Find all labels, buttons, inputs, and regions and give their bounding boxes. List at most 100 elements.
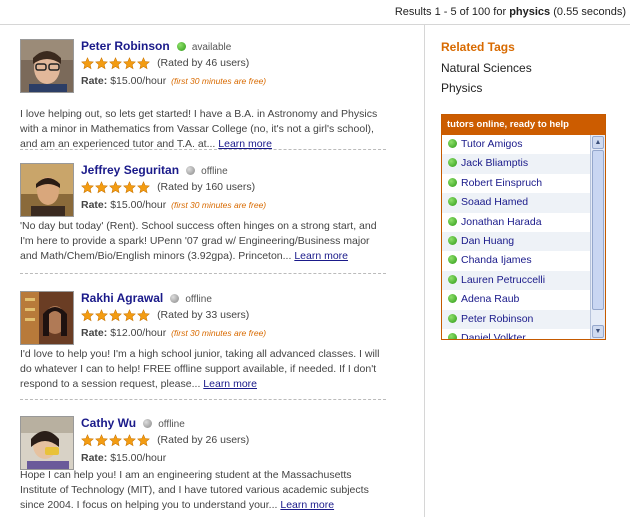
star-icon [137, 56, 150, 69]
online-tutor-item[interactable]: Dan Huang [442, 231, 590, 252]
online-tutor-name: Adena Raub [461, 293, 520, 306]
online-tutor-item[interactable]: Daniel Volkter [442, 329, 590, 339]
online-tutor-item[interactable]: Lauren Petruccelli [442, 270, 590, 291]
online-status-icon [448, 313, 457, 323]
scrollbar[interactable]: ▲ ▼ [590, 135, 605, 339]
star-icon [95, 56, 108, 69]
online-tutor-name: Soaad Hamed [461, 196, 529, 209]
online-tutor-item[interactable]: Soaad Hamed [442, 193, 590, 213]
tutor-info: Cathy Wu offline (Rated by 26 users) Rat… [81, 416, 381, 464]
tutor-status: offline [185, 294, 212, 305]
tutor-description: I love helping out, so lets get started!… [20, 107, 386, 152]
learn-more-link[interactable]: Learn more [280, 499, 334, 511]
online-status-icon [448, 197, 457, 207]
star-icon [123, 308, 136, 321]
tutor-status: available [191, 42, 232, 53]
tutor-photo[interactable] [20, 39, 74, 93]
star-icon [95, 433, 108, 446]
tutor-photo[interactable] [20, 416, 74, 470]
tutor-description: I'd love to help you! I'm a high school … [20, 347, 386, 392]
star-icon [123, 56, 136, 69]
online-status-icon [448, 274, 457, 284]
learn-more-link[interactable]: Learn more [203, 378, 257, 390]
rate-value: $12.00/hour [110, 327, 167, 339]
divider [20, 399, 386, 400]
tag-link[interactable]: Physics [441, 81, 482, 95]
online-tutor-item[interactable]: Tutor Amigos [442, 135, 590, 154]
results-bar: Results 1 - 5 of 100 for physics (0.55 s… [0, 0, 630, 25]
online-tutor-name: Jack Bliamptis [461, 157, 529, 170]
tutor-name-link[interactable]: Rakhi Agrawal [81, 291, 163, 305]
star-icon [109, 433, 122, 446]
learn-more-link[interactable]: Learn more [294, 250, 348, 262]
tutor-info: Rakhi Agrawal offline (Rated by 33 users… [81, 291, 381, 339]
results-summary: Results 1 - 5 of 100 for physics (0.55 s… [395, 6, 626, 18]
online-status-icon [448, 139, 457, 148]
online-tutor-item[interactable]: Jonathan Harada [442, 213, 590, 232]
rate-label: Rate: [81, 327, 108, 339]
online-tutor-name: Dan Huang [461, 234, 515, 247]
tag-link[interactable]: Natural Sciences [441, 61, 532, 75]
results-query: physics [509, 6, 551, 18]
online-status-icon [448, 332, 457, 339]
tutor-photo[interactable] [20, 163, 74, 217]
results-prefix: Results 1 - 5 of 100 for [394, 6, 507, 18]
star-icon [137, 433, 150, 446]
star-icon [137, 308, 150, 321]
rate-label: Rate: [81, 452, 108, 464]
tutor-description: Hope I can help you! I am an engineering… [20, 468, 386, 513]
online-status-icon [448, 235, 457, 245]
star-icon [95, 308, 108, 321]
online-tutor-name: Tutor Amigos [461, 138, 523, 150]
star-icon [123, 180, 136, 193]
online-tutor-item[interactable]: Peter Robinson [442, 309, 590, 329]
related-tags-title: Related Tags [441, 40, 515, 54]
divider [20, 273, 386, 274]
online-status-icon [448, 216, 457, 226]
tutor-info: Jeffrey Seguritan offline (Rated by 160 … [81, 163, 381, 211]
divider [20, 149, 386, 150]
online-tutor-item[interactable]: Chanda Ijames [442, 251, 590, 270]
online-status-icon [176, 42, 186, 51]
rating-stars [81, 433, 151, 447]
tutor-results-list: Peter Robinson available (Rated by 46 us… [0, 25, 425, 517]
scroll-down-icon[interactable]: ▼ [592, 325, 604, 338]
online-status-icon [448, 177, 457, 187]
online-tutor-name: Robert Einspruch [461, 176, 543, 189]
star-icon [95, 180, 108, 193]
tutor-name-link[interactable]: Cathy Wu [81, 416, 136, 430]
description-text: I love helping out, so lets get started!… [20, 108, 378, 150]
star-icon [81, 56, 94, 69]
tutor-status: offline [158, 419, 185, 430]
star-icon [81, 180, 94, 193]
tutor-name-link[interactable]: Jeffrey Seguritan [81, 163, 179, 177]
online-tutor-name: Lauren Petruccelli [461, 273, 546, 286]
online-tutor-name: Jonathan Harada [461, 215, 542, 228]
online-tutors-panel: tutors online, ready to help Tutor Amigo… [441, 114, 606, 340]
online-tutor-name: Daniel Volkter [461, 331, 526, 339]
description-text: I'd love to help you! I'm a high school … [20, 348, 380, 390]
star-icon [81, 308, 94, 321]
tutor-info: Peter Robinson available (Rated by 46 us… [81, 39, 381, 87]
online-status-icon [448, 294, 457, 304]
tutor-photo[interactable] [20, 291, 74, 345]
rating-stars [81, 180, 151, 194]
online-tutor-item[interactable]: Jack Bliamptis [442, 154, 590, 174]
free-note: (first 30 minutes are free) [171, 76, 267, 86]
tutor-name-link[interactable]: Peter Robinson [81, 39, 170, 53]
star-icon [81, 433, 94, 446]
online-tutor-item[interactable]: Adena Raub [442, 290, 590, 309]
scroll-up-icon[interactable]: ▲ [592, 136, 604, 149]
offline-status-icon [186, 166, 196, 175]
rating-stars [81, 56, 151, 70]
star-icon [109, 308, 122, 321]
offline-status-icon [170, 294, 180, 303]
scrollbar-thumb[interactable] [592, 150, 604, 310]
tutor-status: offline [201, 166, 228, 177]
online-tutors-list: Tutor Amigos Jack Bliamptis Robert Einspru… [442, 135, 590, 339]
star-icon [123, 433, 136, 446]
rate-value: $15.00/hour [110, 452, 167, 464]
online-tutor-item[interactable]: Robert Einspruch [442, 174, 590, 193]
online-status-icon [448, 158, 457, 168]
star-icon [109, 56, 122, 69]
